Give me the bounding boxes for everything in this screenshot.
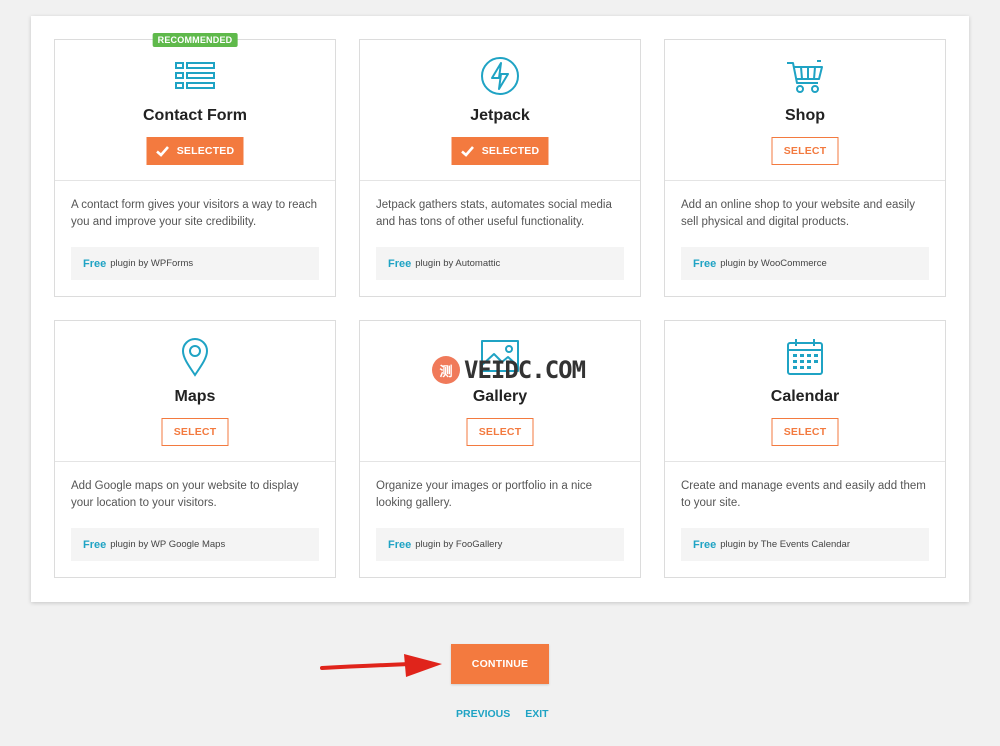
- footer-nav: PREVIOUS EXIT: [456, 708, 561, 720]
- card-description: Create and manage events and easily add …: [681, 480, 926, 509]
- button-label: SELECTED: [176, 145, 235, 157]
- plugin-card-maps: Maps SELECT Add Google maps on your webs…: [54, 320, 336, 578]
- watermark-text: VEIDC.COM: [464, 356, 586, 384]
- selected-button[interactable]: SELECTED: [451, 137, 549, 165]
- arrow-annotation-icon: [320, 654, 442, 677]
- plugin-author: plugin by WPForms: [110, 258, 194, 269]
- exit-link[interactable]: EXIT: [525, 708, 548, 720]
- plugin-card-contact-form: RECOMMENDED Contact Form SELECTED A cont…: [54, 33, 336, 297]
- contact-form-icon: [175, 62, 215, 89]
- card-description: Add Google maps on your website to displ…: [71, 480, 299, 509]
- card-description: Jetpack gathers stats, automates social …: [376, 199, 612, 228]
- free-label: Free: [388, 538, 412, 551]
- plugin-author: plugin by The Events Calendar: [720, 539, 850, 550]
- card-plugin-info: Free plugin by WooCommerce: [681, 247, 929, 280]
- plugin-author: plugin by WP Google Maps: [110, 539, 226, 550]
- plugin-author: plugin by WooCommerce: [720, 258, 827, 269]
- checkmark-icon: [461, 146, 475, 157]
- calendar-icon: [787, 339, 823, 375]
- free-label: Free: [693, 257, 717, 270]
- button-label: SELECTED: [481, 145, 540, 157]
- card-header: Calendar SELECT: [665, 321, 945, 462]
- plugin-author: plugin by Automattic: [415, 258, 501, 269]
- card-header: Shop SELECT: [665, 40, 945, 181]
- plugin-card-calendar: Calendar SELECT Create and manage events…: [664, 320, 946, 578]
- card-plugin-info: Free plugin by Automattic: [376, 247, 624, 280]
- card-description: Add an online shop to your website and e…: [681, 199, 915, 228]
- plugin-card-shop: Shop SELECT Add an online shop to your w…: [664, 39, 946, 297]
- jetpack-bolt-icon: [481, 57, 519, 95]
- select-button[interactable]: SELECT: [161, 418, 229, 446]
- free-label: Free: [693, 538, 717, 551]
- card-plugin-info: Free plugin by WPForms: [71, 247, 319, 280]
- free-label: Free: [83, 538, 107, 551]
- card-plugin-info: Free plugin by FooGallery: [376, 528, 624, 561]
- card-title: Contact Form: [143, 107, 247, 124]
- card-header: Maps SELECT: [55, 321, 335, 462]
- card-title: Jetpack: [470, 107, 530, 124]
- plugin-selection-panel: RECOMMENDED Contact Form SELECTED A cont…: [31, 16, 969, 602]
- card-title: Calendar: [770, 388, 840, 405]
- free-label: Free: [83, 257, 107, 270]
- card-header: Jetpack SELECTED: [360, 40, 640, 181]
- plugin-card-jetpack: Jetpack SELECTED Jetpack gathers stats, …: [359, 39, 641, 297]
- continue-button[interactable]: CONTINUE: [451, 644, 549, 684]
- card-plugin-info: Free plugin by The Events Calendar: [681, 528, 929, 561]
- select-button[interactable]: SELECT: [771, 418, 839, 446]
- free-label: Free: [388, 257, 412, 270]
- recommended-badge: RECOMMENDED: [152, 33, 238, 47]
- checkmark-icon: [156, 146, 170, 157]
- watermark: 测 VEIDC.COM: [432, 356, 586, 384]
- card-description: A contact form gives your visitors a way…: [71, 199, 318, 228]
- previous-link[interactable]: PREVIOUS: [456, 708, 510, 720]
- watermark-logo: 测: [432, 356, 460, 384]
- card-title: Maps: [174, 388, 216, 405]
- select-button[interactable]: SELECT: [466, 418, 534, 446]
- card-title: Shop: [785, 107, 825, 124]
- card-header: Gallery SELECT: [360, 321, 640, 462]
- card-plugin-info: Free plugin by WP Google Maps: [71, 528, 319, 561]
- card-title: Gallery: [472, 388, 528, 405]
- plugin-author: plugin by FooGallery: [415, 539, 503, 550]
- card-header: RECOMMENDED Contact Form SELECTED: [55, 33, 335, 181]
- shopping-cart-icon: [787, 60, 823, 93]
- selected-button[interactable]: SELECTED: [146, 137, 244, 165]
- select-button[interactable]: SELECT: [771, 137, 839, 165]
- card-description: Organize your images or portfolio in a n…: [376, 480, 593, 509]
- map-pin-icon: [181, 338, 209, 377]
